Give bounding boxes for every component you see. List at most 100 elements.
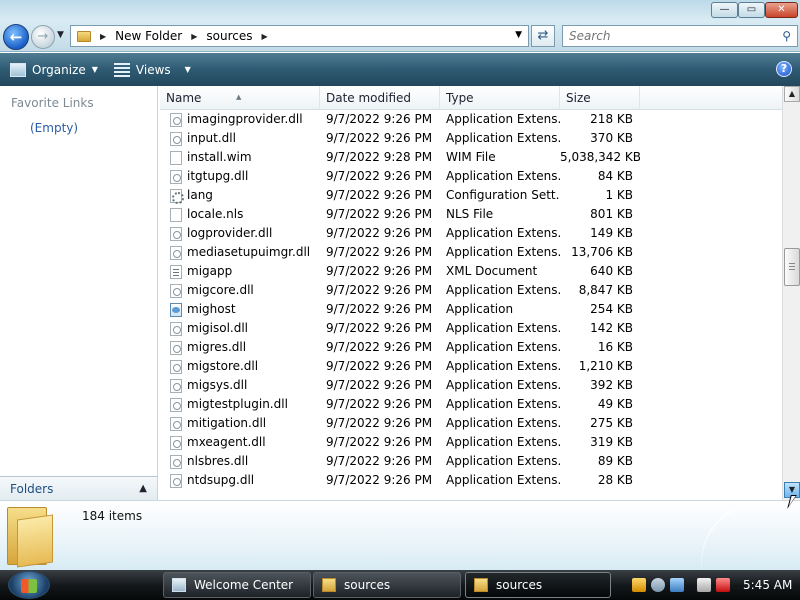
file-size: 28 KB	[597, 473, 633, 487]
file-name: mighost	[187, 302, 236, 316]
title-bar: — ▭ ✕ ← → ▼ ▶ New Folder ▶ sources ▶ ▼ ⇄…	[0, 0, 800, 52]
table-row[interactable]: migcore.dll 9/7/2022 9:26 PM Application E…	[160, 281, 782, 300]
maximize-button[interactable]: ▭	[738, 2, 765, 18]
forward-arrow-icon[interactable]: →	[31, 25, 55, 49]
address-bar[interactable]: ▶ New Folder ▶ sources ▶ ▼	[70, 25, 529, 47]
table-row[interactable]: lang 9/7/2022 9:26 PM Configuration Sett..…	[160, 186, 782, 205]
file-date: 9/7/2022 9:26 PM	[326, 473, 433, 487]
organize-button[interactable]: Organize ▼	[6, 57, 102, 83]
table-row[interactable]: input.dll 9/7/2022 9:26 PM Application Ext…	[160, 129, 782, 148]
table-row[interactable]: mitigation.dll 9/7/2022 9:26 PM Applicatio…	[160, 414, 782, 433]
taskbar-button-sources[interactable]: sources	[313, 572, 461, 598]
column-header-name[interactable]: ▲ Name	[160, 86, 320, 110]
file-name: mediasetupuimgr.dll	[187, 245, 311, 259]
security-shield-icon[interactable]	[632, 578, 646, 592]
address-dropdown-icon[interactable]: ▼	[515, 30, 522, 40]
taskbar-button-sources-active[interactable]: sources	[465, 572, 611, 598]
file-name-cell: migtestplugin.dll	[160, 395, 320, 414]
file-name: migsys.dll	[187, 378, 248, 392]
table-row[interactable]: imagingprovider.dll 9/7/2022 9:26 PM Appli…	[160, 110, 782, 129]
table-row[interactable]: migapp 9/7/2022 9:26 PM XML Document 640 KB	[160, 262, 782, 281]
close-button[interactable]: ✕	[765, 2, 798, 18]
file-name: migisol.dll	[187, 321, 249, 335]
table-row[interactable]: mighost 9/7/2022 9:26 PM Application 254 KB	[160, 300, 782, 319]
user-icon[interactable]	[651, 578, 665, 592]
table-row[interactable]: migres.dll 9/7/2022 9:26 PM Application Ex…	[160, 338, 782, 357]
table-row[interactable]: install.wim 9/7/2022 9:28 PM WIM File 5,038…	[160, 148, 782, 167]
file-name: locale.nls	[187, 207, 244, 221]
dll-file-icon	[170, 359, 182, 374]
table-row[interactable]: itgtupg.dll 9/7/2022 9:26 PM Application E…	[160, 167, 782, 186]
file-date: 9/7/2022 9:26 PM	[326, 226, 433, 240]
file-type: Application Extens...	[446, 112, 560, 126]
file-name: migstore.dll	[187, 359, 259, 373]
breadcrumb-separator-icon[interactable]: ▶	[262, 32, 268, 41]
table-row[interactable]: mediasetupuimgr.dll 9/7/2022 9:26 PM Appli…	[160, 243, 782, 262]
large-folder-icon	[7, 507, 61, 568]
file-size: 142 KB	[590, 321, 633, 335]
taskbar-button-label: Welcome Center	[194, 578, 294, 592]
table-row[interactable]: migsys.dll 9/7/2022 9:26 PM Application Ex…	[160, 376, 782, 395]
table-row[interactable]: migtestplugin.dll 9/7/2022 9:26 PM Applica…	[160, 395, 782, 414]
dll-file-icon	[170, 340, 182, 355]
views-button[interactable]: Views ▼	[110, 57, 195, 83]
dll-file-icon	[170, 321, 182, 336]
scroll-up-button[interactable]: ▲	[784, 86, 800, 102]
table-row[interactable]: nlsbres.dll 9/7/2022 9:26 PM Application E…	[160, 452, 782, 471]
file-type: Application Extens...	[446, 245, 560, 259]
table-row[interactable]: migstore.dll 9/7/2022 9:26 PM Application …	[160, 357, 782, 376]
folders-toggle[interactable]: Folders ▲	[0, 476, 158, 500]
back-arrow-icon[interactable]: ←	[3, 24, 29, 50]
volume-muted-icon[interactable]	[716, 578, 730, 592]
file-date: 9/7/2022 9:26 PM	[326, 188, 433, 202]
breadcrumb-separator-icon[interactable]: ▶	[100, 32, 106, 41]
file-type: Application Extens...	[446, 454, 560, 468]
file-date: 9/7/2022 9:26 PM	[326, 378, 433, 392]
details-pane: 184 items	[0, 500, 800, 570]
chevron-down-icon[interactable]: ▼	[185, 65, 191, 74]
folder-icon	[322, 578, 336, 592]
table-row[interactable]: migisol.dll 9/7/2022 9:26 PM Application E…	[160, 319, 782, 338]
taskbar-button-welcome-center[interactable]: Welcome Center	[163, 572, 311, 598]
folders-label: Folders	[10, 481, 54, 496]
file-size: 5,038,342 KB	[560, 150, 640, 164]
refresh-icon[interactable]: ⇄	[531, 25, 555, 47]
file-size: 84 KB	[597, 169, 633, 183]
file-name-cell: ntdsupg.dll	[160, 471, 320, 490]
windows-defender-icon[interactable]	[670, 578, 684, 592]
start-button[interactable]	[8, 571, 50, 599]
minimize-button[interactable]: —	[711, 2, 738, 18]
vertical-scrollbar[interactable]: ▲ ▼	[782, 86, 800, 500]
chevron-up-icon: ▲	[139, 483, 147, 494]
breadcrumb-sources[interactable]: sources	[206, 29, 252, 43]
table-row[interactable]: mxeagent.dll 9/7/2022 9:26 PM Application …	[160, 433, 782, 452]
search-icon[interactable]: ⚲	[782, 29, 791, 43]
search-input[interactable]	[569, 29, 759, 43]
column-header-type[interactable]: Type	[440, 86, 560, 110]
file-name: mitigation.dll	[187, 416, 267, 430]
file-size: 149 KB	[590, 226, 633, 240]
column-header-date[interactable]: Date modified	[320, 86, 440, 110]
breadcrumb-separator-icon[interactable]: ▶	[191, 32, 197, 41]
help-icon[interactable]: ?	[776, 61, 792, 77]
table-row[interactable]: logprovider.dll 9/7/2022 9:26 PM Applicati…	[160, 224, 782, 243]
file-size: 16 KB	[597, 340, 633, 354]
file-name: migtestplugin.dll	[187, 397, 288, 411]
file-name-cell: mitigation.dll	[160, 414, 320, 433]
table-row[interactable]: locale.nls 9/7/2022 9:26 PM NLS File 801 KB	[160, 205, 782, 224]
file-type: XML Document	[446, 264, 538, 278]
column-header-size[interactable]: Size	[560, 86, 640, 110]
network-icon[interactable]	[697, 578, 711, 592]
file-type: Application Extens...	[446, 416, 560, 430]
recent-pages-dropdown-icon[interactable]: ▼	[57, 30, 64, 40]
breadcrumb-new-folder[interactable]: New Folder	[115, 29, 182, 43]
table-row[interactable]: ntdsupg.dll 9/7/2022 9:26 PM Application E…	[160, 471, 782, 490]
file-name: nlsbres.dll	[187, 454, 249, 468]
file-type: Application Extens...	[446, 340, 560, 354]
dll-file-icon	[170, 378, 182, 393]
scroll-thumb[interactable]	[784, 248, 800, 286]
clock[interactable]: 5:45 AM	[743, 578, 792, 592]
file-name: ntdsupg.dll	[187, 473, 255, 487]
file-name-cell: migsys.dll	[160, 376, 320, 395]
search-box[interactable]: ⚲	[562, 25, 798, 47]
